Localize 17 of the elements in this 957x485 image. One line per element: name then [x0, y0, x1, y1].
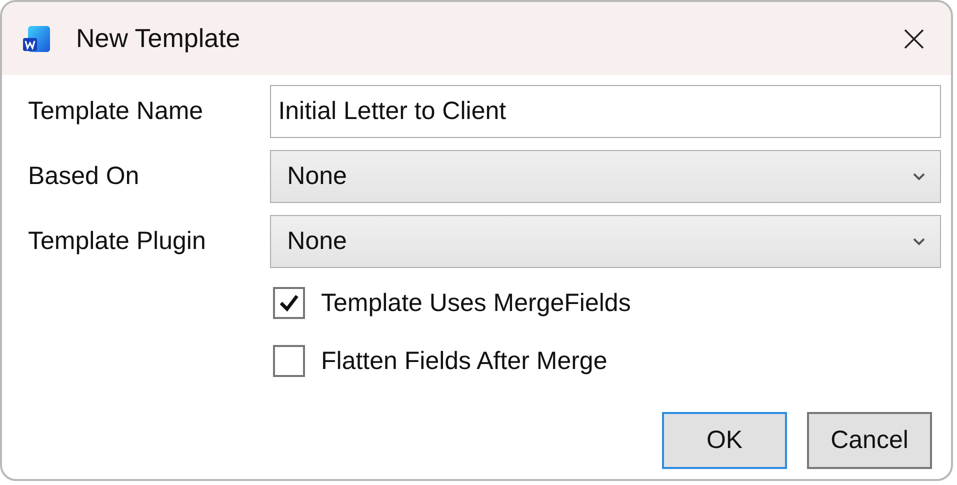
field-label: Template Plugin: [28, 227, 207, 256]
dialog-button[interactable]: Cancel: [807, 412, 932, 469]
checkbox[interactable]: [273, 345, 305, 377]
field-label: Based On: [28, 162, 140, 191]
dropdown[interactable]: None: [270, 215, 941, 268]
caret-icon: [912, 237, 926, 246]
checkbox-label[interactable]: Flatten Fields After Merge: [321, 346, 608, 376]
caret-icon: [912, 172, 926, 181]
document-app-icon: [22, 24, 52, 54]
checkbox-label[interactable]: Template Uses MergeFields: [321, 288, 631, 318]
dialog-button[interactable]: OK: [662, 412, 787, 469]
text-field[interactable]: Initial Letter to Client: [270, 85, 941, 138]
close-icon[interactable]: [903, 28, 925, 50]
dropdown[interactable]: None: [270, 150, 941, 203]
window-title: New Template: [76, 23, 242, 54]
checkbox[interactable]: [273, 287, 305, 319]
field-label: Template Name: [28, 97, 204, 126]
